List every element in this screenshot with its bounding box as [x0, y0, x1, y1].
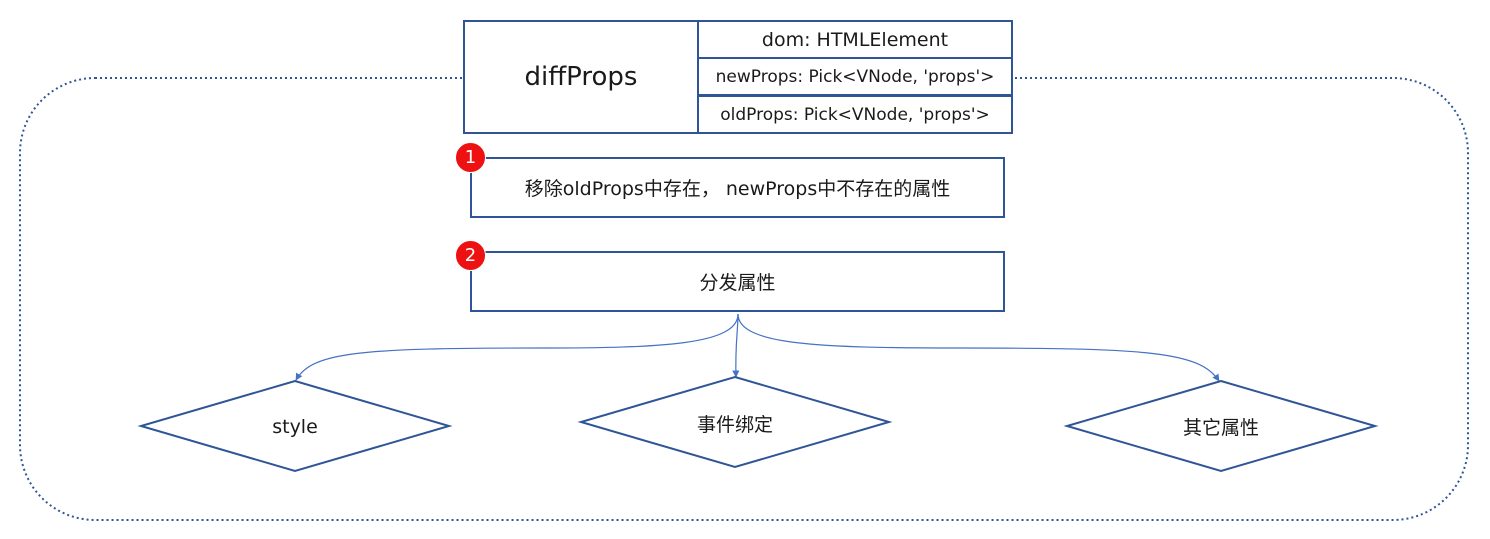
step-number-2: 2	[464, 245, 477, 266]
function-name-box: diffProps	[463, 20, 699, 134]
step-number-badge-1: 1	[455, 142, 486, 173]
step-number-badge-2: 2	[455, 240, 486, 271]
connector-to-event	[732, 313, 740, 378]
step-number-1: 1	[464, 147, 477, 168]
connector-to-style	[295, 313, 739, 381]
function-name: diffProps	[524, 62, 638, 92]
param-old-props-text: oldProps: Pick<VNode, 'props'>	[720, 104, 990, 125]
step-remove-props-text: 移除oldProps中存在， newProps中不存在的属性	[524, 178, 951, 200]
branch-event-binding-label: 事件绑定	[696, 413, 773, 436]
branch-style-label: style	[272, 416, 318, 438]
param-new-props-text: newProps: Pick<VNode, 'props'>	[715, 66, 995, 87]
connector-to-other	[737, 313, 1220, 382]
param-old-props: oldProps: Pick<VNode, 'props'>	[697, 95, 1013, 134]
param-dom-text: dom: HTMLElement	[761, 28, 949, 51]
param-dom: dom: HTMLElement	[697, 20, 1013, 59]
branch-other-props-label: 其它属性	[1182, 416, 1259, 439]
step-dispatch-props-box: 分发属性	[470, 251, 1005, 312]
step-remove-props-box: 移除oldProps中存在， newProps中不存在的属性	[470, 157, 1005, 218]
param-new-props: newProps: Pick<VNode, 'props'>	[697, 57, 1013, 96]
step-dispatch-props-text: 分发属性	[699, 272, 776, 294]
